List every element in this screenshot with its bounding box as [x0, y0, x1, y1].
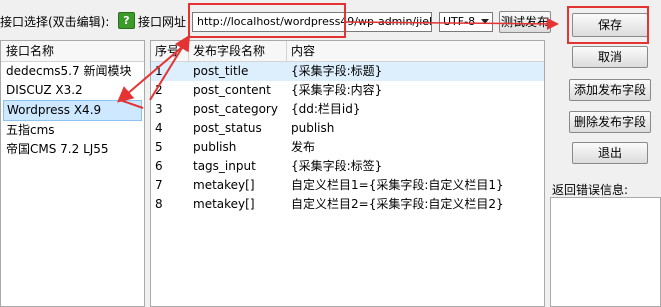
annotation-arrow — [119, 99, 144, 109]
annotation-arrow-down — [116, 41, 189, 103]
annotation-arrows — [116, 17, 559, 109]
annotation-arrow-right — [345, 17, 559, 30]
